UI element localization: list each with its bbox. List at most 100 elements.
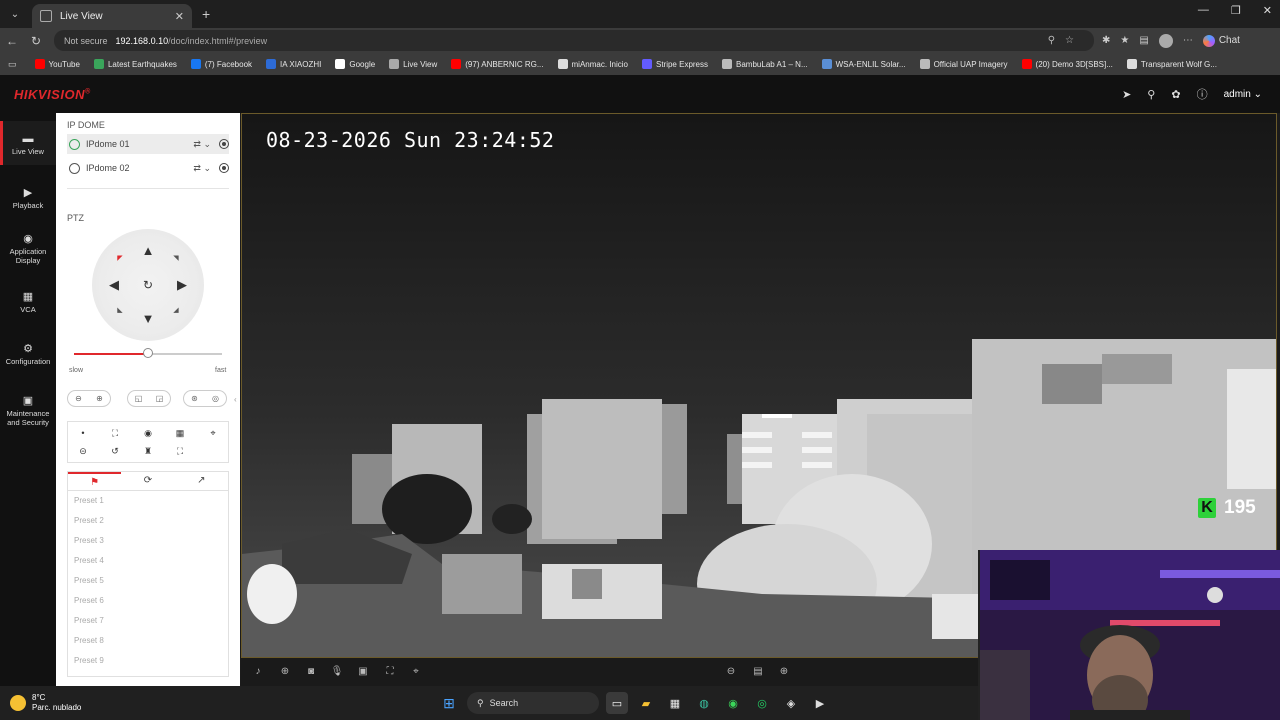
ptz-down-left-icon[interactable]: ◣ xyxy=(112,303,128,319)
close-tab-icon[interactable]: ✕ xyxy=(175,10,184,23)
zoom-in-icon[interactable]: ⊕ xyxy=(96,394,103,403)
stream-switch-icon[interactable]: ⇄ ⌄ xyxy=(193,163,211,174)
manual-track-icon[interactable]: ⌖ xyxy=(206,426,220,440)
prev-window-icon[interactable]: ⊖ xyxy=(723,664,739,680)
iris-open-icon[interactable]: ◎ xyxy=(212,394,219,403)
omnibox-actions[interactable]: ⚲☆ xyxy=(1048,35,1084,46)
ptz-speed-slider[interactable] xyxy=(74,348,222,358)
stream-switch-icon[interactable]: ⇄ ⌄ xyxy=(193,139,211,150)
preset-item[interactable]: Preset 5 xyxy=(68,571,228,591)
preset-item[interactable]: Preset 3 xyxy=(68,531,228,551)
region-zoom-icon[interactable]: ⊝ xyxy=(76,444,90,458)
not-secure-label[interactable]: Not secure xyxy=(64,36,108,46)
minimize-icon[interactable]: — xyxy=(1198,4,1209,17)
media-player-icon[interactable]: ▶ xyxy=(809,692,831,714)
bookmark-item[interactable]: Transparent Wolf G... xyxy=(1126,59,1217,69)
preset-item[interactable]: Preset 6 xyxy=(68,591,228,611)
tab-pattern[interactable]: ↗ xyxy=(175,472,228,490)
ptz-up-right-icon[interactable]: ◥ xyxy=(168,251,184,267)
grid-icon[interactable]: ▦ xyxy=(173,426,187,440)
preset-item[interactable]: Preset 8 xyxy=(68,631,228,651)
menu-call-icon[interactable]: ♜ xyxy=(141,444,155,458)
one-touch-park-icon[interactable]: ↺ xyxy=(108,444,122,458)
edge-icon[interactable]: ◍ xyxy=(693,692,715,714)
preset-item[interactable]: Preset 1 xyxy=(68,491,228,511)
window-layout-icon[interactable]: ▤ xyxy=(750,664,766,680)
bookmark-item[interactable]: (7) Facebook xyxy=(190,59,252,69)
bookmark-item[interactable]: miAnmac. Inicio xyxy=(557,59,628,69)
iris-close-icon[interactable]: ⊛ xyxy=(191,394,198,403)
bookmark-item[interactable]: Live View xyxy=(389,59,437,69)
extensions-icon[interactable]: ✱ xyxy=(1102,35,1110,46)
send-icon[interactable]: ➤ xyxy=(1122,88,1131,101)
record-icon[interactable] xyxy=(219,139,229,149)
bookmark-item[interactable]: BambuLab A1 – N... xyxy=(722,59,808,69)
bookmark-item[interactable]: Stripe Express xyxy=(641,59,708,69)
info-icon[interactable]: ⓘ xyxy=(1197,86,1208,102)
ptz-up-left-icon[interactable]: ◤ xyxy=(112,251,128,267)
search-icon[interactable]: ⚲ xyxy=(1147,88,1155,101)
wiper-icon[interactable]: ◉ xyxy=(141,426,155,440)
bookmark-item[interactable]: YouTube xyxy=(34,59,80,69)
record-clip-icon[interactable]: ▣ xyxy=(355,664,371,680)
digital-zoom-icon[interactable]: ⊕ xyxy=(277,664,293,680)
profile-avatar[interactable] xyxy=(1158,33,1173,48)
weather-widget[interactable]: 8°C Parc. nublado xyxy=(10,693,81,713)
nav-item-3[interactable]: ▦ VCA xyxy=(0,291,56,321)
bookmark-item[interactable]: (20) Demo 3D[SBS]... xyxy=(1021,59,1113,69)
collapse-panel-icon[interactable]: ‹ xyxy=(234,395,237,404)
ptz-auto-scan-icon[interactable]: ↻ xyxy=(140,277,156,293)
collections-icon[interactable]: ▤ xyxy=(1139,35,1148,46)
bookmark-item[interactable]: Official UAP Imagery xyxy=(919,59,1008,69)
ptz-down-icon[interactable]: ▼ xyxy=(140,311,156,327)
restore-icon[interactable]: ❐ xyxy=(1231,4,1241,17)
record-icon[interactable] xyxy=(219,163,229,173)
bookmark-item[interactable]: Google xyxy=(335,59,375,69)
file-explorer-icon[interactable]: ▰ xyxy=(635,692,657,714)
smart-track-icon[interactable]: ⌖ xyxy=(408,664,424,680)
lens-init-icon[interactable]: ⛶ xyxy=(173,444,187,458)
favorites-icon[interactable]: ★ xyxy=(1120,35,1129,46)
ptz-direction-pad[interactable]: ▲ ▼ ◀ ▶ ◤ ◥ ◣ ◢ ↻ xyxy=(92,229,204,341)
focus-far-icon[interactable]: ◲ xyxy=(156,394,164,403)
preset-item[interactable]: Preset 4 xyxy=(68,551,228,571)
speed-handle[interactable] xyxy=(143,348,153,358)
bookmark-item[interactable]: (97) ANBERNIC RG... xyxy=(451,59,544,69)
theme-icon[interactable]: ✿ xyxy=(1171,88,1180,101)
spotify-icon[interactable]: ◉ xyxy=(722,692,744,714)
whatsapp-icon[interactable]: ◎ xyxy=(751,692,773,714)
url-field[interactable]: Not secure 192.168.0.10 /doc/index.html#… xyxy=(54,30,1094,51)
nav-item-4[interactable]: ⚙ Configuration xyxy=(0,343,56,375)
capture-icon[interactable]: ◙ xyxy=(303,664,319,680)
back-icon[interactable]: ← xyxy=(0,34,24,48)
bookmark-item[interactable]: WSA-ENLIL Solar... xyxy=(821,59,906,69)
nav-item-5[interactable]: ▣ Maintenance and Security xyxy=(0,395,56,435)
camera-item-ipdome-02[interactable]: IPdome 02 ⇄ ⌄ xyxy=(67,158,229,178)
app-icon[interactable]: ◈ xyxy=(780,692,802,714)
taskbar-search[interactable]: ⚲ Search xyxy=(467,692,599,714)
start-icon[interactable]: ⊞ xyxy=(438,692,460,714)
nav-item-1[interactable]: ▶ Playback xyxy=(0,187,56,217)
tab-live-view[interactable]: Live View ✕ xyxy=(32,4,192,28)
store-icon[interactable]: ▦ xyxy=(664,692,686,714)
chat-button[interactable]: Chat xyxy=(1202,34,1240,47)
more-icon[interactable]: ⋯ xyxy=(1183,35,1193,46)
user-menu[interactable]: admin ⌄ xyxy=(1224,89,1262,100)
preset-item[interactable]: Preset 7 xyxy=(68,611,228,631)
region-focus-icon[interactable]: ⛶ xyxy=(108,426,122,440)
fullscreen-focus-icon[interactable]: ⛶ xyxy=(382,664,398,680)
ptz-left-icon[interactable]: ◀ xyxy=(106,277,122,293)
light-icon[interactable]: • xyxy=(76,426,90,440)
ptz-down-right-icon[interactable]: ◢ xyxy=(168,303,184,319)
two-way-audio-icon[interactable]: 🎙 xyxy=(329,664,345,680)
nav-item-2[interactable]: ◉ Application Display xyxy=(0,233,56,273)
camera-item-ipdome-01[interactable]: IPdome 01 ⇄ ⌄ xyxy=(67,134,229,154)
tab-patrol[interactable]: ⟳ xyxy=(121,472,174,490)
focus-near-icon[interactable]: ◱ xyxy=(135,394,143,403)
close-window-icon[interactable]: ✕ xyxy=(1263,4,1272,17)
bookmark-item[interactable]: Latest Earthquakes xyxy=(93,59,177,69)
ptz-right-icon[interactable]: ▶ xyxy=(174,277,190,293)
preset-item[interactable]: Preset 2 xyxy=(68,511,228,531)
tab-presets[interactable]: ⚑ xyxy=(68,472,122,490)
preset-item[interactable]: Preset 9 xyxy=(68,651,228,671)
